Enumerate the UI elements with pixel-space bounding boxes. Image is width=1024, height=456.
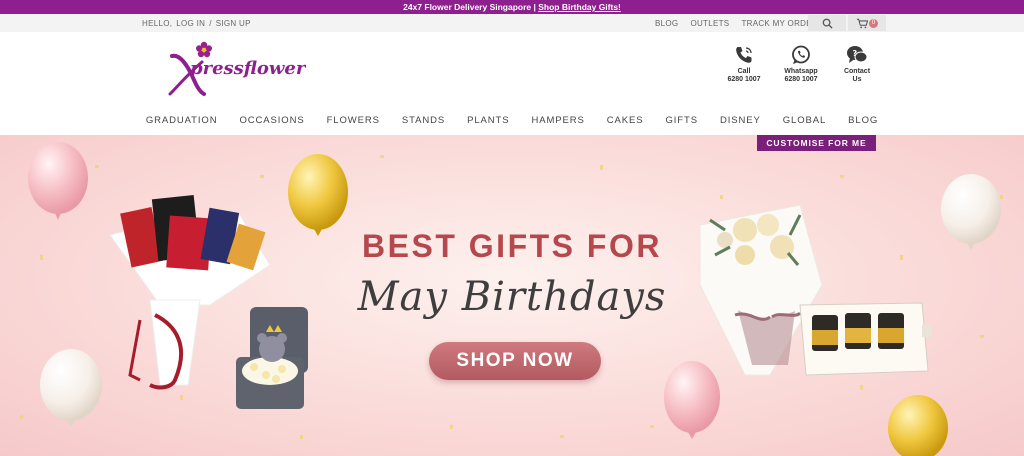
hero-title: BEST GIFTS FOR [362, 228, 662, 264]
login-link[interactable]: LOG IN [176, 19, 205, 28]
bear-gift-box-image [236, 307, 308, 409]
balloon-gold-top [288, 154, 348, 236]
track-order-link[interactable]: TRACK MY ORDER [741, 19, 818, 28]
promo-bar: 24x7 Flower Delivery Singapore | Shop Bi… [0, 0, 1024, 14]
brand-logo[interactable]: pressflower [166, 40, 307, 98]
utility-bar: HELLO, LOG IN / SIGN UP BLOG OUTLETS TRA… [0, 14, 1024, 32]
outlets-link[interactable]: OUTLETS [690, 19, 729, 28]
chat-icon: ? [847, 46, 868, 63]
whatsapp-contact[interactable]: Whatsapp 6280 1007 [776, 45, 826, 84]
nav-disney[interactable]: DISNEY [720, 112, 761, 130]
whatsapp-number: 6280 1007 [784, 76, 818, 83]
signup-link[interactable]: SIGN UP [216, 19, 251, 28]
nav-stands[interactable]: STANDS [402, 112, 445, 130]
call-number: 6280 1007 [727, 76, 761, 83]
auth-separator: / [209, 18, 212, 28]
nav-blog[interactable]: BLOG [848, 112, 878, 130]
nav-occasions[interactable]: OCCASIONS [239, 112, 304, 130]
logo-flower-icon: pressflower [168, 41, 307, 96]
nav-cakes[interactable]: CAKES [607, 112, 644, 130]
balloon-pink-left [28, 142, 88, 220]
search-button[interactable] [808, 15, 846, 31]
hero-subtitle: May Birthdays [357, 274, 667, 320]
shop-now-button[interactable]: SHOP NOW [429, 342, 601, 380]
contact-sub: Us [852, 76, 862, 83]
nav-graduation[interactable]: GRADUATION [146, 112, 218, 130]
nav-hampers[interactable]: HAMPERS [531, 112, 584, 130]
call-contact[interactable]: Call 6280 1007 [719, 45, 769, 84]
nav-global[interactable]: GLOBAL [783, 112, 826, 130]
greeting: HELLO, [142, 18, 173, 28]
main-nav: GRADUATION OCCASIONS FLOWERS STANDS PLAN… [0, 112, 1024, 130]
balloon-white-left [40, 349, 102, 427]
svg-text:?: ? [853, 49, 858, 58]
whatsapp-label: Whatsapp [784, 68, 818, 75]
hero-banner[interactable]: BEST GIFTS FOR May Birthdays SHOP NOW [0, 135, 1024, 456]
search-icon [822, 18, 833, 29]
contact-label: Contact [843, 68, 871, 75]
cart-button[interactable]: 0 [848, 15, 886, 31]
cart-count-badge: 0 [869, 18, 878, 28]
whatsapp-icon [792, 45, 810, 64]
nav-gifts[interactable]: GIFTS [665, 112, 697, 130]
call-label: Call [737, 68, 751, 75]
blog-link[interactable]: BLOG [655, 19, 678, 28]
nav-plants[interactable]: PLANTS [467, 112, 509, 130]
balloon-pink-bottom [664, 361, 720, 439]
logo-wordmark: pressflower [190, 58, 306, 79]
customise-for-me-button[interactable]: CUSTOMISE FOR ME [757, 135, 876, 151]
phone-icon [736, 47, 752, 63]
promo-link[interactable]: Shop Birthday Gifts! [538, 2, 621, 12]
cart-icon [856, 18, 868, 28]
balloon-gold-bottom [888, 395, 948, 456]
nav-flowers[interactable]: FLOWERS [327, 112, 380, 130]
promo-text: 24x7 Flower Delivery Singapore | [403, 2, 539, 12]
contact-us[interactable]: ? Contact Us [832, 45, 882, 84]
